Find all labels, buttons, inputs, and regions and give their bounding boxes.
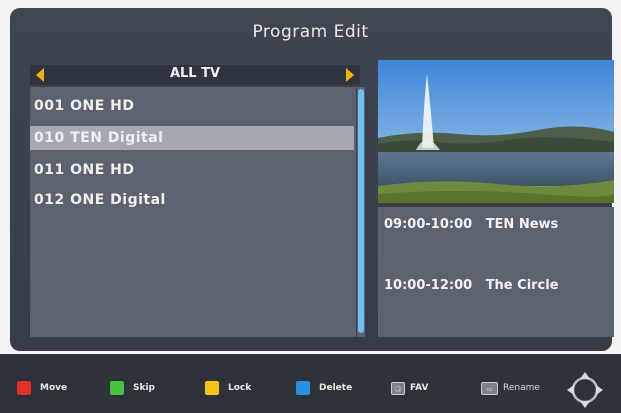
blue-key-icon — [296, 381, 310, 395]
channel-item-selected[interactable]: 010 TEN Digital — [30, 126, 354, 150]
category-label: ALL TV — [169, 66, 221, 81]
epg-time: 10:00-12:00 — [384, 278, 473, 293]
tv-screen: Program Edit ALL TV 001 ONE HD 010 TEN D… — [0, 0, 621, 413]
lock-key[interactable]: Lock — [205, 381, 251, 395]
channel-list-scrollbar[interactable] — [357, 87, 365, 337]
scrollbar-thumb[interactable] — [358, 89, 364, 333]
epg-time: 09:00-10:00 — [384, 217, 473, 232]
epg-title: The Circle — [485, 278, 559, 293]
delete-label: Delete — [319, 383, 353, 393]
fav-key-icon: ❏ — [391, 381, 405, 395]
channel-label: 011 ONE HD — [34, 162, 135, 178]
rename-label: Rename — [503, 383, 540, 393]
move-label: Move — [40, 383, 68, 393]
rename-key[interactable]: ▭ Rename — [481, 381, 540, 395]
epg-panel: 09:00-10:00 TEN News 10:00-12:00 The Cir… — [378, 207, 614, 337]
page-title: Program Edit — [252, 22, 369, 42]
channel-label: 001 ONE HD — [34, 98, 135, 114]
channel-item[interactable]: 011 ONE HD — [30, 158, 354, 182]
category-selector[interactable]: ALL TV — [30, 65, 360, 85]
channel-list: 001 ONE HD 010 TEN Digital 011 ONE HD 01… — [30, 87, 356, 337]
rename-key-icon: ▭ — [481, 381, 498, 395]
channel-label: 010 TEN Digital — [34, 130, 164, 146]
delete-key[interactable]: Delete — [296, 381, 352, 395]
epg-entry: 10:00-12:00 The Circle — [384, 278, 559, 293]
channel-item[interactable]: 012 ONE Digital — [30, 188, 354, 212]
skip-label: Skip — [133, 383, 155, 393]
green-key-icon — [110, 381, 124, 395]
video-preview — [378, 60, 614, 203]
preview-image — [378, 60, 614, 203]
channel-item[interactable]: 001 ONE HD — [30, 94, 354, 118]
lock-label: Lock — [228, 383, 252, 393]
navigation-dpad-icon — [567, 372, 603, 408]
fav-key[interactable]: ❏ FAV — [391, 381, 428, 395]
epg-title: TEN News — [485, 217, 559, 232]
fav-label: FAV — [410, 383, 429, 393]
arrow-right-icon[interactable] — [346, 68, 354, 82]
epg-entry: 09:00-10:00 TEN News — [384, 217, 558, 232]
channel-label: 012 ONE Digital — [34, 192, 166, 208]
yellow-key-icon — [205, 381, 219, 395]
red-key-icon — [17, 381, 31, 395]
skip-key[interactable]: Skip — [110, 381, 155, 395]
move-key[interactable]: Move — [17, 381, 67, 395]
